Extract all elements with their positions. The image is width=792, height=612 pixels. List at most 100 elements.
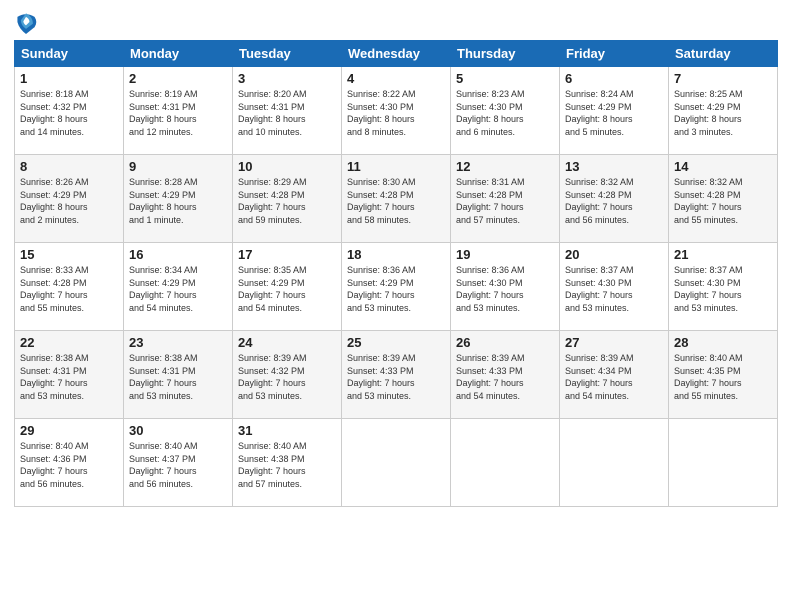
day-number: 16 bbox=[129, 247, 227, 262]
day-number: 19 bbox=[456, 247, 554, 262]
day-info: Sunrise: 8:32 AMSunset: 4:28 PMDaylight:… bbox=[674, 176, 772, 226]
day-number: 1 bbox=[20, 71, 118, 86]
calendar-cell: 11 Sunrise: 8:30 AMSunset: 4:28 PMDayligh… bbox=[342, 155, 451, 243]
day-number: 28 bbox=[674, 335, 772, 350]
day-number: 7 bbox=[674, 71, 772, 86]
calendar-header-tuesday: Tuesday bbox=[233, 41, 342, 67]
calendar-cell: 16Sunrise: 8:34 AMSunset: 4:29 PMDayligh… bbox=[124, 243, 233, 331]
day-number: 13 bbox=[565, 159, 663, 174]
calendar-cell: 15Sunrise: 8:33 AMSunset: 4:28 PMDayligh… bbox=[15, 243, 124, 331]
day-info: Sunrise: 8:25 AMSunset: 4:29 PMDaylight:… bbox=[674, 88, 772, 138]
day-number: 6 bbox=[565, 71, 663, 86]
day-number: 4 bbox=[347, 71, 445, 86]
day-info: Sunrise: 8:39 AMSunset: 4:34 PMDaylight:… bbox=[565, 352, 663, 402]
day-number: 11 bbox=[347, 159, 445, 174]
day-number: 25 bbox=[347, 335, 445, 350]
calendar-cell: 1 Sunrise: 8:18 AMSunset: 4:32 PMDaylight… bbox=[15, 67, 124, 155]
calendar-cell: 31 Sunrise: 8:40 AMSunset: 4:38 PMDayligh… bbox=[233, 419, 342, 507]
day-info: Sunrise: 8:24 AMSunset: 4:29 PMDaylight:… bbox=[565, 88, 663, 138]
day-info: Sunrise: 8:40 AMSunset: 4:37 PMDaylight:… bbox=[129, 440, 227, 490]
day-info: Sunrise: 8:23 AMSunset: 4:30 PMDaylight:… bbox=[456, 88, 554, 138]
day-number: 24 bbox=[238, 335, 336, 350]
calendar-header-friday: Friday bbox=[560, 41, 669, 67]
day-number: 9 bbox=[129, 159, 227, 174]
day-number: 23 bbox=[129, 335, 227, 350]
calendar-cell: 6 Sunrise: 8:24 AMSunset: 4:29 PMDaylight… bbox=[560, 67, 669, 155]
day-info: Sunrise: 8:36 AMSunset: 4:30 PMDaylight:… bbox=[456, 264, 554, 314]
day-info: Sunrise: 8:40 AMSunset: 4:38 PMDaylight:… bbox=[238, 440, 336, 490]
calendar-cell: 9 Sunrise: 8:28 AMSunset: 4:29 PMDaylight… bbox=[124, 155, 233, 243]
day-info: Sunrise: 8:35 AMSunset: 4:29 PMDaylight:… bbox=[238, 264, 336, 314]
day-info: Sunrise: 8:39 AMSunset: 4:33 PMDaylight:… bbox=[347, 352, 445, 402]
day-info: Sunrise: 8:31 AMSunset: 4:28 PMDaylight:… bbox=[456, 176, 554, 226]
day-info: Sunrise: 8:39 AMSunset: 4:33 PMDaylight:… bbox=[456, 352, 554, 402]
day-number: 30 bbox=[129, 423, 227, 438]
day-info: Sunrise: 8:40 AMSunset: 4:36 PMDaylight:… bbox=[20, 440, 118, 490]
logo bbox=[14, 10, 42, 34]
calendar-cell: 8 Sunrise: 8:26 AMSunset: 4:29 PMDaylight… bbox=[15, 155, 124, 243]
calendar: SundayMondayTuesdayWednesdayThursdayFrid… bbox=[14, 40, 778, 507]
calendar-cell: 20 Sunrise: 8:37 AMSunset: 4:30 PMDayligh… bbox=[560, 243, 669, 331]
header bbox=[14, 10, 778, 34]
day-number: 31 bbox=[238, 423, 336, 438]
page: SundayMondayTuesdayWednesdayThursdayFrid… bbox=[0, 0, 792, 612]
day-info: Sunrise: 8:39 AMSunset: 4:32 PMDaylight:… bbox=[238, 352, 336, 402]
day-number: 17 bbox=[238, 247, 336, 262]
day-info: Sunrise: 8:22 AMSunset: 4:30 PMDaylight:… bbox=[347, 88, 445, 138]
day-number: 29 bbox=[20, 423, 118, 438]
calendar-cell: 7 Sunrise: 8:25 AMSunset: 4:29 PMDaylight… bbox=[669, 67, 778, 155]
calendar-cell: 3Sunrise: 8:20 AMSunset: 4:31 PMDaylight… bbox=[233, 67, 342, 155]
day-number: 14 bbox=[674, 159, 772, 174]
calendar-cell: 5 Sunrise: 8:23 AMSunset: 4:30 PMDaylight… bbox=[451, 67, 560, 155]
calendar-cell: 30 Sunrise: 8:40 AMSunset: 4:37 PMDayligh… bbox=[124, 419, 233, 507]
day-number: 21 bbox=[674, 247, 772, 262]
day-number: 10 bbox=[238, 159, 336, 174]
day-info: Sunrise: 8:33 AMSunset: 4:28 PMDaylight:… bbox=[20, 264, 118, 314]
calendar-header-saturday: Saturday bbox=[669, 41, 778, 67]
day-info: Sunrise: 8:19 AMSunset: 4:31 PMDaylight:… bbox=[129, 88, 227, 138]
logo-icon bbox=[14, 10, 38, 34]
calendar-header-row: SundayMondayTuesdayWednesdayThursdayFrid… bbox=[15, 41, 778, 67]
calendar-week-2: 8 Sunrise: 8:26 AMSunset: 4:29 PMDaylight… bbox=[15, 155, 778, 243]
calendar-cell: 12Sunrise: 8:31 AMSunset: 4:28 PMDayligh… bbox=[451, 155, 560, 243]
calendar-cell: 10 Sunrise: 8:29 AMSunset: 4:28 PMDayligh… bbox=[233, 155, 342, 243]
day-info: Sunrise: 8:30 AMSunset: 4:28 PMDaylight:… bbox=[347, 176, 445, 226]
day-info: Sunrise: 8:28 AMSunset: 4:29 PMDaylight:… bbox=[129, 176, 227, 226]
day-number: 26 bbox=[456, 335, 554, 350]
calendar-cell bbox=[560, 419, 669, 507]
calendar-header-monday: Monday bbox=[124, 41, 233, 67]
calendar-cell: 24 Sunrise: 8:39 AMSunset: 4:32 PMDayligh… bbox=[233, 331, 342, 419]
calendar-week-4: 22Sunrise: 8:38 AMSunset: 4:31 PMDayligh… bbox=[15, 331, 778, 419]
day-info: Sunrise: 8:40 AMSunset: 4:35 PMDaylight:… bbox=[674, 352, 772, 402]
calendar-cell: 26 Sunrise: 8:39 AMSunset: 4:33 PMDayligh… bbox=[451, 331, 560, 419]
calendar-cell bbox=[342, 419, 451, 507]
calendar-cell: 23Sunrise: 8:38 AMSunset: 4:31 PMDayligh… bbox=[124, 331, 233, 419]
calendar-header-wednesday: Wednesday bbox=[342, 41, 451, 67]
day-number: 5 bbox=[456, 71, 554, 86]
calendar-body: 1 Sunrise: 8:18 AMSunset: 4:32 PMDaylight… bbox=[15, 67, 778, 507]
calendar-week-3: 15Sunrise: 8:33 AMSunset: 4:28 PMDayligh… bbox=[15, 243, 778, 331]
calendar-week-5: 29 Sunrise: 8:40 AMSunset: 4:36 PMDayligh… bbox=[15, 419, 778, 507]
day-number: 20 bbox=[565, 247, 663, 262]
calendar-cell: 17 Sunrise: 8:35 AMSunset: 4:29 PMDayligh… bbox=[233, 243, 342, 331]
day-info: Sunrise: 8:26 AMSunset: 4:29 PMDaylight:… bbox=[20, 176, 118, 226]
day-number: 8 bbox=[20, 159, 118, 174]
calendar-header-thursday: Thursday bbox=[451, 41, 560, 67]
calendar-header-sunday: Sunday bbox=[15, 41, 124, 67]
day-number: 27 bbox=[565, 335, 663, 350]
day-info: Sunrise: 8:37 AMSunset: 4:30 PMDaylight:… bbox=[674, 264, 772, 314]
calendar-cell: 27 Sunrise: 8:39 AMSunset: 4:34 PMDayligh… bbox=[560, 331, 669, 419]
calendar-cell: 14 Sunrise: 8:32 AMSunset: 4:28 PMDayligh… bbox=[669, 155, 778, 243]
day-number: 3 bbox=[238, 71, 336, 86]
calendar-cell bbox=[451, 419, 560, 507]
calendar-cell: 21 Sunrise: 8:37 AMSunset: 4:30 PMDayligh… bbox=[669, 243, 778, 331]
calendar-cell: 4 Sunrise: 8:22 AMSunset: 4:30 PMDaylight… bbox=[342, 67, 451, 155]
day-info: Sunrise: 8:38 AMSunset: 4:31 PMDaylight:… bbox=[20, 352, 118, 402]
calendar-cell: 2 Sunrise: 8:19 AMSunset: 4:31 PMDaylight… bbox=[124, 67, 233, 155]
calendar-cell bbox=[669, 419, 778, 507]
day-number: 18 bbox=[347, 247, 445, 262]
day-number: 2 bbox=[129, 71, 227, 86]
day-info: Sunrise: 8:37 AMSunset: 4:30 PMDaylight:… bbox=[565, 264, 663, 314]
day-info: Sunrise: 8:18 AMSunset: 4:32 PMDaylight:… bbox=[20, 88, 118, 138]
day-info: Sunrise: 8:29 AMSunset: 4:28 PMDaylight:… bbox=[238, 176, 336, 226]
